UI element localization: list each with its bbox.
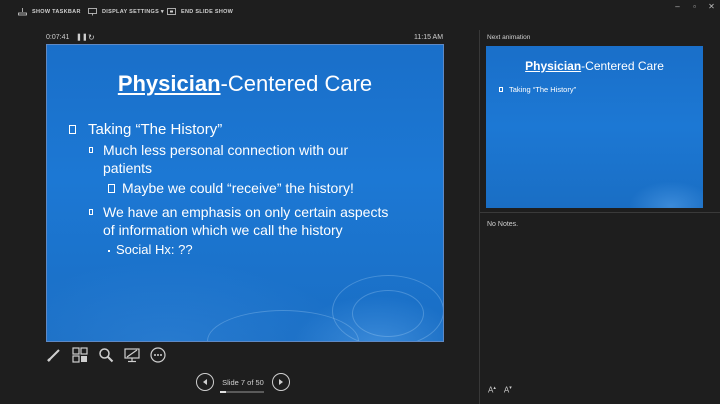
previous-slide-button[interactable] — [196, 373, 214, 391]
restart-timer-icon[interactable]: ↻ — [88, 33, 95, 42]
preview-bullet-text: Taking “The History” — [509, 85, 577, 94]
show-taskbar-label: SHOW TASKBAR — [32, 9, 81, 15]
slide-decoration — [352, 290, 424, 337]
decrease-font-button[interactable]: A▾ — [504, 385, 512, 395]
black-screen-icon[interactable] — [124, 347, 140, 363]
slide-navigation: Slide 7 of 50 — [196, 373, 290, 393]
taskbar-icon — [18, 8, 27, 16]
pen-icon[interactable] — [46, 347, 62, 363]
window-controls: – ▫ ✕ — [669, 0, 720, 12]
slide-progress-fill — [220, 390, 227, 393]
increase-font-button[interactable]: A▴ — [488, 385, 496, 395]
more-options-icon[interactable] — [150, 347, 166, 363]
bullet-level2: We have an emphasis on only certain aspe… — [89, 203, 409, 239]
slide-counter: Slide 7 of 50 — [222, 377, 264, 387]
display-settings-button[interactable]: DISPLAY SETTINGS ▾ — [88, 6, 164, 18]
clock: 11:15 AM — [414, 34, 444, 41]
slide-title-underlined: Physician — [117, 71, 221, 96]
speaker-notes: No Notes. — [487, 221, 519, 228]
slide-progress-bar — [220, 390, 264, 393]
bullet-text-line: of information which we call the history — [103, 222, 343, 238]
preview-bullet: Taking “The History” — [499, 85, 576, 94]
bullet-level2: Much less personal connection with our p… — [89, 141, 409, 177]
pause-icon[interactable]: ❚❚ — [76, 33, 88, 41]
next-animation-label: Next animation — [487, 34, 531, 41]
display-settings-label: DISPLAY SETTINGS ▾ — [102, 9, 164, 15]
show-taskbar-button[interactable]: SHOW TASKBAR — [18, 6, 81, 18]
monitor-icon — [88, 8, 97, 16]
current-slide[interactable]: Physician-Centered Care Taking “The Hist… — [46, 44, 444, 342]
end-slide-show-button[interactable]: END SLIDE SHOW — [167, 6, 233, 18]
next-animation-preview[interactable]: Physician-Centered Care Taking “The Hist… — [486, 46, 703, 208]
notes-font-controls: A▴ A▾ — [488, 385, 512, 395]
close-icon[interactable]: ✕ — [703, 0, 720, 12]
bullet-marker — [499, 87, 503, 92]
presenter-toolbar: SHOW TASKBAR DISPLAY SETTINGS ▾ END SLID… — [0, 0, 720, 24]
restore-icon[interactable]: ▫ — [686, 0, 703, 12]
bullet-marker — [89, 147, 93, 153]
bullet-text: Maybe we could “receive” the history! — [122, 180, 354, 196]
next-slide-button[interactable] — [272, 373, 290, 391]
bullet-marker — [108, 250, 110, 252]
chevron-left-icon — [203, 379, 207, 385]
end-show-icon — [167, 8, 176, 15]
bullet-text-line: Much less personal connection with our — [103, 142, 349, 158]
bullet-text-line: patients — [103, 160, 153, 176]
chevron-right-icon — [279, 379, 283, 385]
bullet-level3: Maybe we could “receive” the history! — [108, 180, 354, 196]
slide-counter-box[interactable]: Slide 7 of 50 — [218, 377, 268, 393]
preview-title-rest: -Centered Care — [581, 59, 664, 73]
bullet-text: Taking “The History” — [88, 121, 223, 138]
bullet-marker — [89, 209, 93, 215]
bullet-marker — [108, 184, 115, 193]
pane-divider[interactable] — [479, 30, 480, 404]
preview-title-underlined: Physician — [525, 59, 582, 73]
minimize-icon[interactable]: – — [669, 0, 686, 12]
slide-title: Physician-Centered Care — [47, 71, 443, 97]
end-slide-show-label: END SLIDE SHOW — [181, 9, 234, 15]
bullet-text: Social Hx: ?? — [116, 242, 193, 257]
bullet-level4: Social Hx: ?? — [108, 242, 193, 257]
elapsed-timer: 0:07:41 — [46, 34, 70, 41]
bullet-text-line: We have an emphasis on only certain aspe… — [103, 204, 389, 220]
notes-separator[interactable] — [480, 212, 720, 213]
slide-tools — [46, 347, 166, 363]
preview-title: Physician-Centered Care — [486, 59, 703, 73]
zoom-icon[interactable] — [98, 347, 114, 363]
slide-title-rest: -Centered Care — [220, 71, 373, 96]
bullet-marker — [69, 125, 76, 134]
bullet-level1: Taking “The History” — [69, 121, 222, 138]
see-all-slides-icon[interactable] — [72, 347, 88, 363]
